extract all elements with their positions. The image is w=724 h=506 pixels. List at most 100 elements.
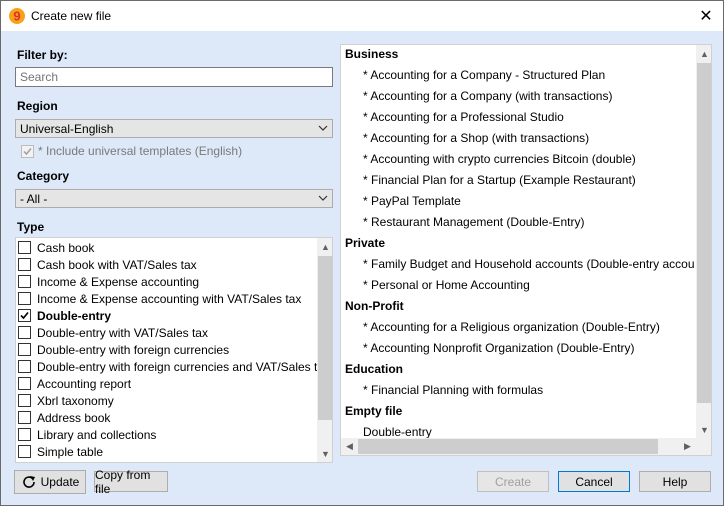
- type-list-item[interactable]: Xbrl taxonomy: [16, 392, 316, 409]
- scroll-down-arrow-icon[interactable]: ▼: [317, 445, 332, 462]
- template-item[interactable]: * Restaurant Management (Double-Entry): [363, 212, 584, 233]
- chevron-down-icon: [318, 125, 328, 131]
- type-checkbox[interactable]: [18, 326, 31, 339]
- create-label: Create: [494, 474, 532, 489]
- template-list-hscrollbar[interactable]: ◀ ▶: [341, 438, 696, 455]
- type-checkbox[interactable]: [18, 445, 31, 458]
- scroll-up-arrow-icon[interactable]: ▲: [317, 238, 332, 255]
- scroll-up-arrow-icon[interactable]: ▲: [696, 45, 711, 62]
- scroll-thumb[interactable]: [318, 256, 332, 420]
- type-checkbox[interactable]: [18, 360, 31, 373]
- template-item[interactable]: * Accounting for a Company - Structured …: [363, 65, 605, 86]
- type-list-item[interactable]: Accounting report: [16, 375, 316, 392]
- template-list: Business * Accounting for a Company - Str…: [340, 44, 712, 456]
- scroll-down-arrow-icon[interactable]: ▼: [696, 421, 711, 438]
- dialog-body: Filter by: Region Universal-English * In…: [1, 31, 723, 505]
- template-item[interactable]: * Accounting for a Company (with transac…: [363, 86, 612, 107]
- scroll-left-arrow-icon[interactable]: ◀: [341, 438, 358, 455]
- template-group-header: Non-Profit: [345, 299, 404, 313]
- type-item-label: Library and collections: [37, 427, 157, 442]
- help-button[interactable]: Help: [639, 471, 711, 492]
- checkmark-icon: [23, 147, 32, 155]
- type-item-label: Cash book with VAT/Sales tax: [37, 257, 197, 272]
- dialog-title: Create new file: [31, 9, 112, 23]
- type-checkbox[interactable]: [18, 275, 31, 288]
- type-checkbox[interactable]: [18, 411, 31, 424]
- region-select[interactable]: Universal-English: [15, 119, 333, 138]
- type-item-label: Simple table: [37, 444, 104, 459]
- type-checkbox[interactable]: [18, 377, 31, 390]
- type-item-label: Cash book: [37, 240, 95, 255]
- type-checkbox[interactable]: [18, 309, 31, 322]
- copy-from-file-label: Copy from file: [95, 467, 151, 496]
- close-button[interactable]: ✕: [689, 1, 723, 31]
- chevron-down-icon: [318, 195, 328, 201]
- help-label: Help: [662, 474, 688, 489]
- cancel-label: Cancel: [575, 474, 613, 489]
- template-item[interactable]: * Accounting for a Religious organizatio…: [363, 317, 660, 338]
- type-list-item[interactable]: Income & Expense accounting with VAT/Sal…: [16, 290, 316, 307]
- close-icon: ✕: [699, 8, 713, 25]
- search-input[interactable]: [15, 67, 333, 87]
- type-list: Cash book Cash book with VAT/Sales tax Inc…: [15, 237, 333, 463]
- template-item[interactable]: * Accounting with crypto currencies Bitc…: [363, 149, 636, 170]
- type-checkbox[interactable]: [18, 343, 31, 356]
- update-button[interactable]: Update: [14, 470, 86, 494]
- type-checkbox[interactable]: [18, 394, 31, 407]
- type-list-item[interactable]: Library and collections: [16, 426, 316, 443]
- scroll-corner: [696, 438, 711, 455]
- type-item-label: Double-entry: [37, 308, 112, 323]
- type-item-label: Income & Expense accounting with VAT/Sal…: [37, 291, 302, 306]
- cancel-button[interactable]: Cancel: [558, 471, 630, 492]
- type-item-label: Income & Expense accounting: [37, 274, 200, 289]
- scroll-right-arrow-icon[interactable]: ▶: [679, 438, 696, 455]
- template-item[interactable]: * Accounting for a Shop (with transactio…: [363, 128, 589, 149]
- include-universal-checkbox[interactable]: [21, 144, 34, 158]
- type-item-label: Address book: [37, 410, 111, 425]
- category-selected-value: - All -: [20, 192, 48, 206]
- template-group-header: Business: [345, 47, 399, 61]
- title-bar[interactable]: 9 Create new file ✕: [1, 1, 723, 31]
- type-list-item[interactable]: Address book: [16, 409, 316, 426]
- create-new-file-dialog: 9 Create new file ✕ Filter by: Region Un…: [0, 0, 724, 506]
- region-label: Region: [17, 99, 58, 113]
- template-item[interactable]: * Accounting Nonprofit Organization (Dou…: [363, 338, 634, 359]
- type-item-label: Double-entry with foreign currencies: [37, 342, 230, 357]
- type-list-item[interactable]: Cash book with VAT/Sales tax: [16, 256, 316, 273]
- template-item[interactable]: * Financial Planning with formulas: [363, 380, 543, 401]
- filter-label: Filter by:: [17, 48, 68, 62]
- checkmark-icon: [20, 311, 29, 320]
- include-universal-label: * Include universal templates (English): [38, 144, 243, 158]
- type-item-label: Double-entry with foreign currencies and…: [37, 359, 318, 374]
- template-item[interactable]: * Family Budget and Household accounts (…: [363, 254, 695, 275]
- type-list-item[interactable]: Double-entry with VAT/Sales tax: [16, 324, 316, 341]
- type-item-label: Accounting report: [37, 376, 132, 391]
- type-checkbox[interactable]: [18, 292, 31, 305]
- category-select[interactable]: - All -: [15, 189, 333, 208]
- template-group-header: Private: [345, 236, 386, 250]
- type-list-scrollbar[interactable]: ▲ ▼: [317, 238, 332, 462]
- template-item[interactable]: * Financial Plan for a Startup (Example …: [363, 170, 636, 191]
- update-label: Update: [40, 475, 80, 489]
- type-list-item[interactable]: Cash book: [16, 239, 316, 256]
- type-list-item[interactable]: Income & Expense accounting: [16, 273, 316, 290]
- template-item[interactable]: * PayPal Template: [363, 191, 461, 212]
- banana-logo-icon: 9: [9, 8, 25, 24]
- type-list-item[interactable]: Double-entry: [16, 307, 316, 324]
- type-list-item[interactable]: Double-entry with foreign currencies and…: [16, 358, 318, 375]
- type-checkbox[interactable]: [18, 241, 31, 254]
- scroll-thumb[interactable]: [358, 439, 658, 454]
- template-item[interactable]: * Personal or Home Accounting: [363, 275, 530, 296]
- include-universal-row: * Include universal templates (English): [21, 144, 242, 158]
- template-group-header: Education: [345, 362, 404, 376]
- type-checkbox[interactable]: [18, 258, 31, 271]
- type-checkbox[interactable]: [18, 428, 31, 441]
- create-button[interactable]: Create: [477, 471, 549, 492]
- template-item[interactable]: * Accounting for a Professional Studio: [363, 107, 564, 128]
- copy-from-file-button[interactable]: Copy from file: [94, 468, 168, 496]
- logo-glyph: 9: [13, 9, 20, 24]
- scroll-thumb[interactable]: [697, 63, 711, 403]
- template-list-vscrollbar[interactable]: ▲ ▼: [696, 45, 711, 438]
- type-list-item[interactable]: Double-entry with foreign currencies: [16, 341, 316, 358]
- type-list-item[interactable]: Simple table: [16, 443, 316, 460]
